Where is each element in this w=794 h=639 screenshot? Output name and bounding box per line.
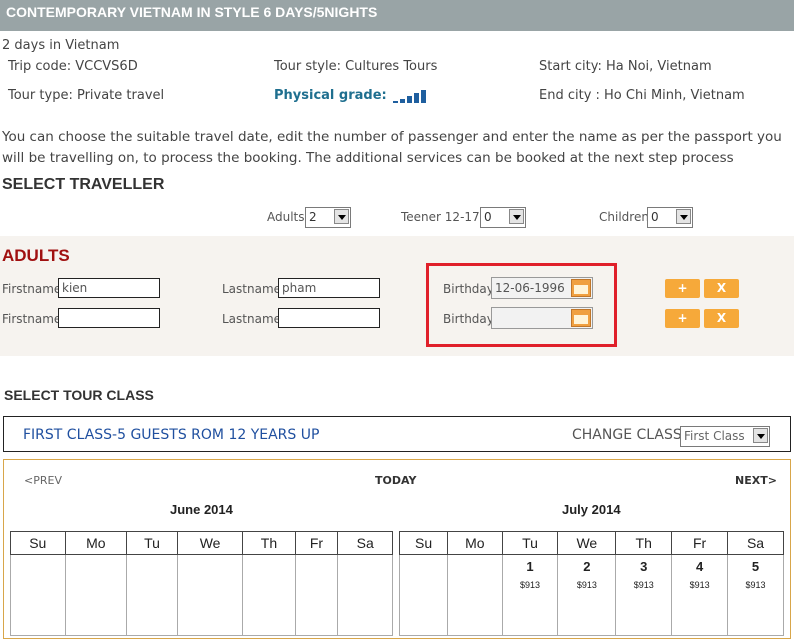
weekday-header-row: Su Mo Tu We Th Fr Sa	[398, 531, 784, 555]
weekday-header: Fr	[671, 531, 729, 555]
firstname-input[interactable]	[58, 308, 160, 328]
weekday-header: We	[557, 531, 617, 555]
calendar-week-row: 1 $913 2 $913 3 $913 4 $913 5 $913	[398, 554, 784, 636]
tour-class-bar: FIRST CLASS-5 GUESTS ROM 12 YEARS UP CHA…	[3, 416, 791, 452]
physical-grade-label: Physical grade:	[274, 88, 387, 103]
physical-grade-bars	[391, 88, 426, 103]
start-city: Start city: Ha Noi, Vietnam	[539, 59, 712, 74]
change-class-select[interactable]: First Class	[680, 426, 770, 447]
weekday-header-row: Su Mo Tu We Th Fr Sa	[10, 531, 393, 555]
calendar-day-cell	[126, 554, 178, 636]
calendar-day-cell	[398, 554, 449, 636]
grade-bar	[406, 96, 412, 103]
trip-code: Trip code: VCCVS6D	[8, 59, 138, 74]
weekday-header: Su	[10, 531, 66, 555]
children-count-label: Children	[599, 210, 649, 224]
chevron-down-icon	[753, 428, 768, 443]
intro-text: You can choose the suitable travel date,…	[2, 129, 782, 166]
calendar-day-number: 5	[751, 559, 760, 574]
add-traveller-button[interactable]: +	[665, 279, 700, 298]
calendar-day-price: $913	[576, 580, 597, 590]
calendar-day-number: 2	[583, 559, 591, 574]
remove-traveller-button[interactable]: X	[704, 279, 739, 298]
calendar-day-cell[interactable]: 5 $913	[727, 554, 784, 636]
change-class-label: CHANGE CLASS	[572, 427, 682, 443]
weekday-header: Th	[242, 531, 296, 555]
lastname-input[interactable]	[278, 308, 380, 328]
highlight-box	[426, 263, 617, 347]
calendar-day-price: $913	[519, 580, 540, 590]
calendar-week-row	[10, 554, 393, 636]
add-traveller-button[interactable]: +	[665, 309, 700, 328]
month-title: July 2014	[562, 502, 621, 517]
calendar-day-cell	[447, 554, 503, 636]
adults-heading: ADULTS	[2, 246, 70, 265]
select-tour-class-heading: SELECT TOUR CLASS	[4, 387, 154, 403]
grade-bar	[413, 93, 419, 103]
end-city: End city : Ho Chi Minh, Vietnam	[539, 88, 745, 103]
weekday-header: Th	[615, 531, 673, 555]
lastname-label: Lastname	[222, 312, 282, 326]
calendar-day-cell[interactable]: 1 $913	[501, 554, 559, 636]
grade-bar	[420, 90, 426, 103]
teener-count-value: 0	[484, 210, 492, 224]
children-count-value: 0	[651, 210, 659, 224]
chevron-down-icon	[509, 209, 524, 224]
weekday-header: Fr	[294, 531, 339, 555]
tour-duration: 2 days in Vietnam	[2, 38, 120, 53]
calendar-day-cell[interactable]: 3 $913	[615, 554, 673, 636]
tour-type: Tour type: Private travel	[8, 88, 165, 103]
calendar-day-cell	[176, 554, 244, 636]
change-class-value: First Class	[684, 429, 745, 443]
chevron-down-icon	[676, 209, 691, 224]
weekday-header: Tu	[501, 531, 559, 555]
lastname-input[interactable]: pham	[278, 278, 380, 298]
firstname-label: Firstname	[2, 312, 62, 326]
calendar-month-june: Su Mo Tu We Th Fr Sa	[10, 531, 393, 636]
next-month-link[interactable]: NEXT>	[735, 474, 777, 487]
weekday-header: Tu	[126, 531, 178, 555]
firstname-label: Firstname	[2, 282, 62, 296]
weekday-header: Mo	[64, 531, 128, 555]
weekday-header: Sa	[727, 531, 784, 555]
chevron-down-icon	[334, 209, 349, 224]
month-title: June 2014	[170, 502, 233, 517]
adults-count-label: Adults	[267, 210, 305, 224]
lastname-label: Lastname	[222, 282, 282, 296]
weekday-header: Su	[398, 531, 449, 555]
grade-bar	[399, 99, 405, 103]
physical-grade: Physical grade:	[274, 88, 426, 103]
page-title: CONTEMPORARY VIETNAM IN STYLE 6 DAYS/5NI…	[6, 4, 378, 20]
children-count-select[interactable]: 0	[647, 207, 693, 228]
calendar-day-cell	[337, 554, 393, 636]
teener-count-select[interactable]: 0	[480, 207, 526, 228]
calendar-day-number: 4	[695, 559, 704, 574]
tour-style: Tour style: Cultures Tours	[274, 59, 438, 74]
calendar-day-price: $913	[745, 580, 766, 590]
calendar-day-number: 1	[526, 559, 534, 574]
teener-count-label: Teener 12-17	[401, 210, 480, 224]
today-link[interactable]: TODAY	[375, 474, 416, 487]
calendar-day-cell	[294, 554, 339, 636]
adults-count-select[interactable]: 2	[305, 207, 351, 228]
calendar-month-july: Su Mo Tu We Th Fr Sa 1 $913 2 $913 3 $913 4 $913 5 $913	[398, 531, 784, 636]
calendar-day-cell[interactable]: 2 $913	[557, 554, 617, 636]
selected-class: FIRST CLASS-5 GUESTS ROM 12 YEARS UP	[23, 427, 320, 443]
weekday-header: Mo	[447, 531, 503, 555]
calendar-day-price: $913	[689, 580, 710, 590]
firstname-input[interactable]: kien	[58, 278, 160, 298]
grade-bar	[392, 101, 398, 103]
calendar-day-cell	[242, 554, 296, 636]
weekday-header: We	[176, 531, 244, 555]
calendar-day-cell[interactable]: 4 $913	[671, 554, 729, 636]
calendar-day-price: $913	[633, 580, 654, 590]
adults-count-value: 2	[309, 210, 317, 224]
calendar-day-cell	[64, 554, 128, 636]
calendar-day-cell	[10, 554, 66, 636]
select-traveller-heading: SELECT TRAVELLER	[2, 176, 165, 193]
weekday-header: Sa	[337, 531, 393, 555]
remove-traveller-button[interactable]: X	[704, 309, 739, 328]
calendar-day-number: 3	[640, 559, 648, 574]
prev-month-link[interactable]: <PREV	[24, 474, 62, 487]
